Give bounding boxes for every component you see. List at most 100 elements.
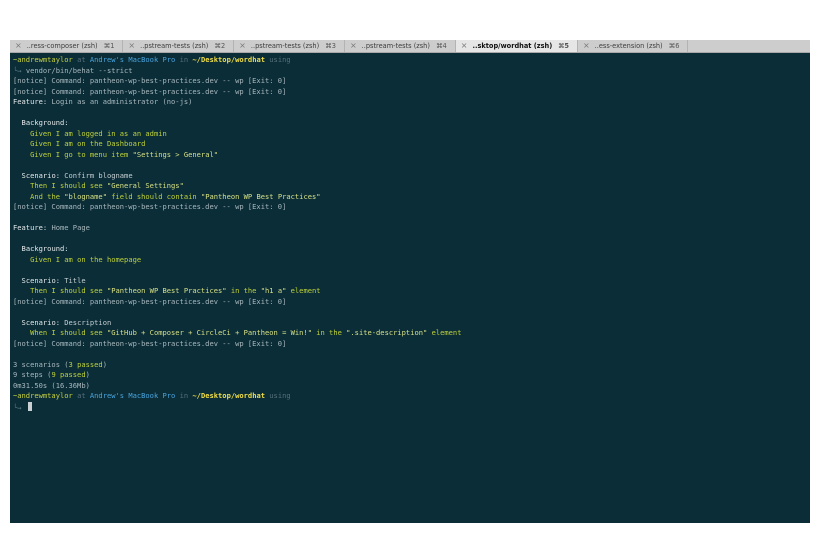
feature-line: Feature: Login as an administrator (no-j… bbox=[13, 97, 807, 108]
tab-label: ..sktop/wordhat (zsh) bbox=[472, 42, 553, 50]
tab-4[interactable]: × ..pstream-tests (zsh) ⌘4 bbox=[345, 40, 456, 52]
tab-shortcut: ⌘6 bbox=[668, 42, 680, 50]
prompt-using: using bbox=[265, 55, 291, 64]
feature-title: Login as an administrator (no-js) bbox=[51, 97, 193, 106]
scenario-keyword: Scenario: bbox=[21, 317, 60, 327]
scenario-title: Description bbox=[64, 317, 112, 327]
step-argument: "GitHub + Composer + CircleCi + Pantheon… bbox=[106, 328, 312, 337]
terminal-output[interactable]: ~andrewmtaylor at Andrew's MacBook Pro i… bbox=[13, 55, 807, 520]
prompt-line: ~andrewmtaylor at Andrew's MacBook Pro i… bbox=[13, 391, 807, 402]
scenario-keyword: Scenario: bbox=[21, 275, 60, 285]
notice-line: [notice] Command: pantheon-wp-best-pract… bbox=[13, 202, 287, 211]
prompt-arrow: ╰→ bbox=[13, 402, 26, 412]
prompt-line: ~andrewmtaylor at Andrew's MacBook Pro i… bbox=[13, 55, 807, 66]
step-text: Given I am on the Dashboard bbox=[30, 139, 146, 148]
prompt-using: using bbox=[265, 391, 291, 400]
scenario-line: Scenario: Title bbox=[13, 276, 807, 287]
tab-bar: × ..ress-composer (zsh) ⌘1 × ..pstream-t… bbox=[10, 40, 810, 53]
scenario-line: Scenario: Description bbox=[13, 318, 807, 329]
prompt-arrow: ╰→ bbox=[13, 65, 26, 75]
step-argument: "h1 a" bbox=[260, 286, 287, 295]
close-icon[interactable]: × bbox=[583, 42, 590, 50]
input-line[interactable]: ╰→ bbox=[13, 401, 807, 413]
summary-text: 3 scenarios ( bbox=[13, 359, 69, 369]
tab-6[interactable]: × ..ess-extension (zsh) ⌘6 bbox=[578, 40, 689, 52]
step-text: Given I go to menu item bbox=[30, 149, 133, 159]
prompt-user: ~andrewmtaylor bbox=[13, 391, 73, 400]
command-line: ╰→ vendor/bin/behat --strict bbox=[13, 66, 807, 77]
tab-3[interactable]: × ..pstream-tests (zsh) ⌘3 bbox=[234, 40, 345, 52]
summary-text: ) bbox=[102, 359, 107, 369]
tab-label: ..pstream-tests (zsh) bbox=[361, 42, 430, 50]
step-argument: "blogname" bbox=[64, 191, 107, 201]
command-text: vendor/bin/behat --strict bbox=[25, 65, 133, 75]
tab-shortcut: ⌘5 bbox=[558, 42, 569, 50]
summary-time: 0m31.50s (16.36Mb) bbox=[13, 380, 90, 390]
scenario-title: Title bbox=[64, 275, 86, 285]
step-text: element bbox=[427, 328, 462, 337]
prompt-path: ~/Desktop/wordhat bbox=[192, 391, 266, 400]
notice-line: [notice] Command: pantheon-wp-best-pract… bbox=[13, 76, 287, 85]
summary-text: 9 steps ( bbox=[13, 370, 52, 379]
notice-line: [notice] Command: pantheon-wp-best-pract… bbox=[13, 296, 287, 306]
step-line: Then I should see "General Settings" bbox=[13, 181, 807, 192]
tab-label: ..pstream-tests (zsh) bbox=[250, 42, 320, 50]
step-text: Given I am logged in as an admin bbox=[30, 128, 167, 138]
step-text: And the bbox=[30, 191, 65, 201]
tab-5-active[interactable]: × ..sktop/wordhat (zsh) ⌘5 bbox=[455, 40, 578, 52]
notice-line: [notice] Command: pantheon-wp-best-pract… bbox=[13, 338, 287, 348]
step-argument: "Settings > General" bbox=[132, 149, 219, 159]
summary-passed: 9 passed bbox=[51, 370, 86, 379]
tab-label: ..pstream-tests (zsh) bbox=[140, 42, 209, 50]
feature-keyword: Feature: bbox=[13, 97, 48, 106]
summary-scenarios: 3 scenarios (3 passed) bbox=[13, 360, 807, 371]
tab-bar-empty bbox=[688, 40, 810, 52]
step-text: in the bbox=[311, 328, 347, 337]
prompt-at: at bbox=[72, 55, 90, 64]
tab-shortcut: ⌘4 bbox=[435, 42, 447, 50]
background-keyword: Background: bbox=[21, 118, 69, 127]
feature-keyword: Feature: bbox=[13, 223, 48, 232]
step-text: in the bbox=[226, 286, 261, 295]
close-icon[interactable]: × bbox=[461, 42, 468, 50]
prompt-at: at bbox=[72, 391, 90, 400]
scenario-title: Confirm blogname bbox=[64, 170, 133, 180]
tab-2[interactable]: × ..pstream-tests (zsh) ⌘2 bbox=[123, 40, 235, 52]
prompt-in: in bbox=[175, 391, 193, 400]
background-keyword: Background: bbox=[21, 244, 69, 253]
step-line: Given I am on the Dashboard bbox=[13, 139, 807, 150]
step-text: field should contain bbox=[106, 191, 201, 201]
step-argument: ".site-description" bbox=[346, 328, 428, 337]
terminal-window: × ..ress-composer (zsh) ⌘1 × ..pstream-t… bbox=[10, 40, 810, 523]
feature-title: Home Page bbox=[51, 223, 90, 232]
summary-passed: 3 passed bbox=[68, 359, 103, 369]
text-cursor[interactable] bbox=[27, 401, 32, 411]
tab-label: ..ess-extension (zsh) bbox=[594, 42, 663, 50]
step-line: Then I should see "Pantheon WP Best Prac… bbox=[13, 286, 807, 297]
prompt-path: ~/Desktop/wordhat bbox=[192, 55, 266, 64]
notice-line: [notice] Command: pantheon-wp-best-pract… bbox=[13, 86, 287, 96]
prompt-host: Andrew's MacBook Pro bbox=[89, 391, 176, 400]
prompt-user: ~andrewmtaylor bbox=[13, 55, 73, 64]
scenario-keyword: Scenario: bbox=[21, 170, 60, 180]
step-text: Then I should see bbox=[30, 181, 107, 190]
step-text: Given I am on the homepage bbox=[30, 254, 142, 264]
step-line: Given I am logged in as an admin bbox=[13, 129, 807, 140]
close-icon[interactable]: × bbox=[350, 42, 357, 50]
step-line: Given I go to menu item "Settings > Gene… bbox=[13, 150, 807, 161]
tab-1[interactable]: × ..ress-composer (zsh) ⌘1 bbox=[10, 40, 124, 52]
close-icon[interactable]: × bbox=[128, 42, 135, 50]
background-line: Background: bbox=[13, 244, 807, 255]
step-argument: "Pantheon WP Best Practices" bbox=[106, 286, 227, 295]
close-icon[interactable]: × bbox=[239, 42, 246, 50]
step-argument: "Pantheon WP Best Practices" bbox=[200, 191, 321, 201]
scenario-line: Scenario: Confirm blogname bbox=[13, 171, 807, 182]
close-icon[interactable]: × bbox=[15, 42, 22, 50]
prompt-host: Andrew's MacBook Pro bbox=[89, 55, 176, 64]
step-text: element bbox=[286, 286, 321, 295]
step-text: When I should see bbox=[30, 328, 107, 337]
